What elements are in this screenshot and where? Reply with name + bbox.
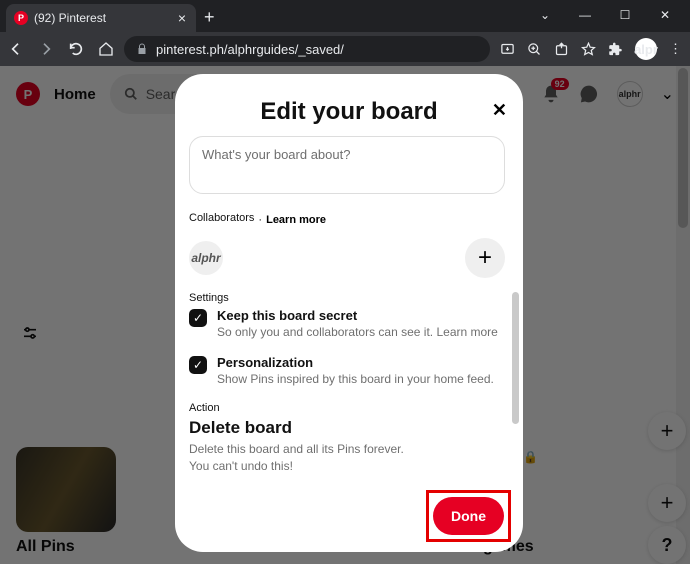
done-button[interactable]: Done <box>433 497 504 535</box>
delete-board-title[interactable]: Delete board <box>189 418 505 438</box>
modal-title: Edit your board <box>195 98 503 126</box>
extensions-icon[interactable] <box>608 42 623 57</box>
personalization-title: Personalization <box>217 355 494 370</box>
modal-scrollbar[interactable] <box>512 142 519 424</box>
secret-description: So only you and collaborators can see it… <box>217 325 498 339</box>
learn-more-link[interactable]: Learn more <box>436 325 497 339</box>
close-window-icon[interactable]: ✕ <box>646 2 684 28</box>
back-icon[interactable] <box>8 41 24 57</box>
close-icon[interactable]: ✕ <box>492 100 507 121</box>
new-tab-button[interactable]: + <box>196 3 223 32</box>
edit-board-modal: Edit your board ✕ What's your board abou… <box>175 74 523 552</box>
browser-tab[interactable]: P (92) Pinterest × <box>6 4 196 32</box>
description-placeholder: What's your board about? <box>202 147 350 162</box>
secret-title: Keep this board secret <box>217 308 498 323</box>
description-input[interactable]: What's your board about? <box>189 136 505 194</box>
address-bar[interactable]: pinterest.ph/alphrguides/_saved/ <box>124 36 490 62</box>
personalization-checkbox[interactable]: ✓ <box>189 356 207 374</box>
home-icon[interactable] <box>98 41 114 57</box>
personalization-description: Show Pins inspired by this board in your… <box>217 372 494 386</box>
action-label: Action <box>189 402 505 414</box>
maximize-icon[interactable]: ☐ <box>606 2 644 28</box>
secret-checkbox[interactable]: ✓ <box>189 309 207 327</box>
url-text: pinterest.ph/alphrguides/_saved/ <box>156 42 344 57</box>
forward-icon[interactable] <box>38 41 54 57</box>
pinterest-favicon: P <box>14 11 28 25</box>
install-icon[interactable] <box>500 42 515 57</box>
settings-label: Settings <box>189 292 505 304</box>
done-highlight: Done <box>426 490 511 542</box>
reload-icon[interactable] <box>68 41 84 57</box>
lock-icon <box>136 43 148 55</box>
collaborators-label: Collaborators <box>189 212 254 224</box>
collaborator-avatar: alphr <box>189 241 223 275</box>
zoom-icon[interactable] <box>527 42 542 57</box>
close-tab-icon[interactable]: × <box>176 10 188 26</box>
tab-title: (92) Pinterest <box>34 11 170 25</box>
minimize-icon[interactable]: — <box>566 2 604 28</box>
delete-board-description: Delete this board and all its Pins forev… <box>189 441 505 475</box>
star-icon[interactable] <box>581 42 596 57</box>
kebab-menu-icon[interactable]: ⋮ <box>669 41 682 57</box>
chevron-down-icon[interactable]: ⌄ <box>526 2 564 28</box>
learn-more-link[interactable]: Learn more <box>266 214 326 226</box>
share-icon[interactable] <box>554 42 569 57</box>
add-collaborator-button[interactable]: + <box>465 238 505 278</box>
profile-avatar[interactable]: alpr <box>635 38 657 60</box>
